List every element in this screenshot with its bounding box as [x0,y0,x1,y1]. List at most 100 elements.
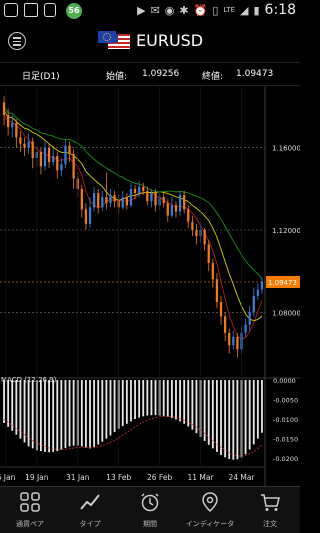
macd-bar [48,380,50,453]
price-tick-label: 1.12000 [272,227,300,235]
price-chart[interactable]: 1.160001.120001.080001.09473 MACD (12,26… [0,86,300,486]
notification-badge: 56 [66,3,82,19]
macd-bar [261,380,263,433]
candle [60,158,63,177]
candle-body [228,332,231,346]
price-tick-label: 1.16000 [272,145,300,153]
candle [31,137,34,169]
candle [244,318,247,337]
candle [64,139,67,169]
candle [43,141,47,171]
macd-bar [89,380,91,449]
macd-bar [125,380,128,424]
moving-average-line-3 [3,106,263,279]
alarm-icon: ⏰ [193,3,208,17]
macd-bar [252,380,255,445]
candle-body [43,147,47,167]
macd-bar [80,380,83,447]
macd-bar [170,380,173,418]
candle-body [39,151,43,167]
macd-bar [142,380,145,417]
network-type: LTE [223,6,236,14]
current-price-label: 1.09473 [268,279,297,287]
time-tick-label: 13 Feb [106,473,131,482]
candle [150,188,153,208]
nav-order[interactable]: 注文 [240,487,300,533]
candle-body [19,137,22,144]
app-header: EURUSD [0,22,300,62]
macd-bar [162,380,165,416]
candle-body [105,197,108,204]
macd-bar [207,380,210,445]
timeframe-label[interactable]: 日足(D1) [22,69,60,82]
macd-bar [166,380,169,417]
candle [232,330,235,350]
nav-chart-type[interactable]: タイプ [60,487,120,533]
candle-body [232,336,235,346]
nav-indicator[interactable]: インディケータ [180,487,240,533]
macd-bar [27,380,30,447]
nav-currency-pair[interactable]: 通貨ペア [0,487,60,533]
candle-body [219,302,223,317]
macd-bar [150,380,153,416]
menu-button[interactable] [8,32,26,50]
macd-bar [68,380,71,447]
photo-notification-icon [4,3,18,17]
status-bar: 56 ▶ ✉ ◉ ✱ ⏰ ▯ LTE ◢ ▮ 6:18 [0,0,300,22]
macd-bar [179,380,181,422]
macd-bar [232,380,235,460]
candle-body [207,244,210,263]
macd-tick-label: -0.0100 [273,416,298,424]
candle [252,287,255,317]
candle-body [170,205,174,216]
candle [15,118,18,148]
candle-body [52,155,55,163]
candle-body [113,195,116,202]
macd-bar [203,380,206,441]
macd-bar [52,380,55,452]
time-tick-label: 6 Jan [0,473,16,482]
macd-bar [175,380,177,420]
macd-bar [15,380,18,435]
candle-body [109,195,112,204]
candle-body [187,209,190,222]
macd-bar [248,380,251,450]
macd-bar [44,380,46,452]
candle-body [47,147,51,163]
candle-body [256,289,259,296]
time-tick-label: 31 Jan [66,473,90,482]
bottom-navigation: 通貨ペア タイプ 期間 インディケータ 注文 [0,486,300,533]
macd-bar [244,380,247,455]
candle-body [154,192,157,206]
candle [92,186,96,212]
nav-period[interactable]: 期間 [120,487,180,533]
candle [195,223,198,245]
macd-bar [105,380,108,439]
candle [19,131,22,152]
candle-body [150,192,153,202]
nav-label: インディケータ [185,520,235,528]
pair-title: EURUSD [136,31,204,50]
grid-icon [20,492,40,512]
gmail-icon: ✉ [150,3,160,17]
download-notification-icon [24,3,38,17]
candle [223,312,227,342]
macd-tick-label: -0.0150 [273,436,298,444]
candle [109,188,112,208]
candle-body [166,203,169,216]
candle-body [80,188,83,210]
candle [129,182,133,208]
candle [2,96,6,126]
candle [101,190,104,212]
candle-body [260,281,264,290]
macd-bar [121,380,124,427]
candle-body [146,190,149,202]
macd-bar [39,380,42,452]
macd-bar [220,380,222,456]
macd-bar [72,380,75,446]
candle-body [244,324,247,333]
cart-icon [261,494,280,511]
nav-label: 注文 [263,520,277,528]
candle-body [252,295,255,313]
status-right-icons: ▶ ✉ ◉ ✱ ⏰ ▯ LTE ◢ ▮ 6:18 [137,2,296,18]
